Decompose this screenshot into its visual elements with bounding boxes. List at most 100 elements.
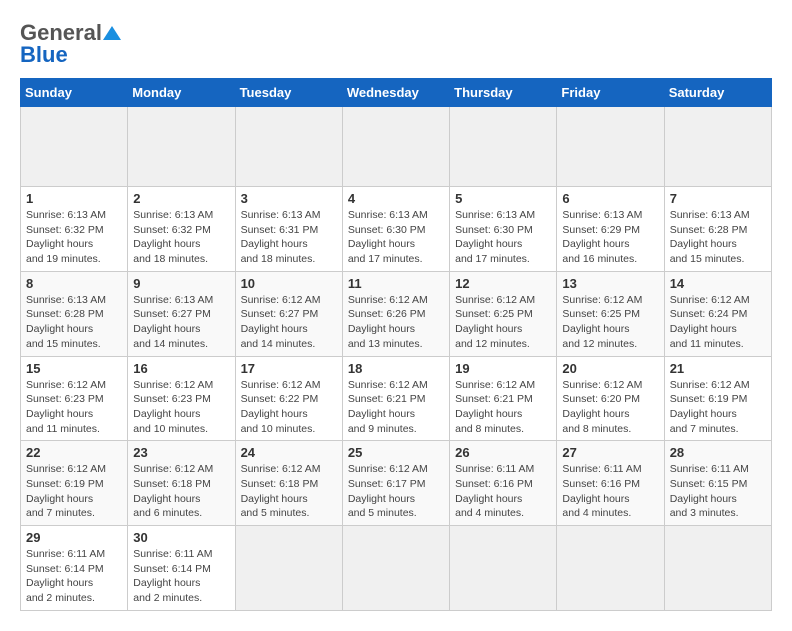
day-number: 20 [562,361,658,376]
page-header: General Blue [20,20,772,68]
day-info: Sunrise: 6:13 AM Sunset: 6:29 PM Dayligh… [562,209,642,265]
day-info: Sunrise: 6:11 AM Sunset: 6:14 PM Dayligh… [133,548,212,604]
column-header-tuesday: Tuesday [235,79,342,107]
day-number: 22 [26,445,122,460]
column-header-saturday: Saturday [664,79,771,107]
calendar-cell: 17 Sunrise: 6:12 AM Sunset: 6:22 PM Dayl… [235,356,342,441]
day-info: Sunrise: 6:12 AM Sunset: 6:21 PM Dayligh… [348,379,428,435]
day-number: 9 [133,276,229,291]
calendar-cell: 23 Sunrise: 6:12 AM Sunset: 6:18 PM Dayl… [128,441,235,526]
calendar-cell: 12 Sunrise: 6:12 AM Sunset: 6:25 PM Dayl… [450,271,557,356]
calendar-cell: 26 Sunrise: 6:11 AM Sunset: 6:16 PM Dayl… [450,441,557,526]
day-number: 26 [455,445,551,460]
day-number: 2 [133,191,229,206]
calendar-cell: 21 Sunrise: 6:12 AM Sunset: 6:19 PM Dayl… [664,356,771,441]
day-info: Sunrise: 6:13 AM Sunset: 6:31 PM Dayligh… [241,209,321,265]
column-header-sunday: Sunday [21,79,128,107]
calendar-cell: 11 Sunrise: 6:12 AM Sunset: 6:26 PM Dayl… [342,271,449,356]
day-number: 10 [241,276,337,291]
calendar-cell: 3 Sunrise: 6:13 AM Sunset: 6:31 PM Dayli… [235,187,342,272]
calendar-cell: 16 Sunrise: 6:12 AM Sunset: 6:23 PM Dayl… [128,356,235,441]
calendar-cell [557,107,664,187]
calendar-week-0 [21,107,772,187]
calendar-cell [557,526,664,611]
day-info: Sunrise: 6:12 AM Sunset: 6:27 PM Dayligh… [241,294,321,350]
calendar-cell: 28 Sunrise: 6:11 AM Sunset: 6:15 PM Dayl… [664,441,771,526]
day-info: Sunrise: 6:13 AM Sunset: 6:30 PM Dayligh… [455,209,535,265]
day-number: 16 [133,361,229,376]
calendar-table: SundayMondayTuesdayWednesdayThursdayFrid… [20,78,772,611]
calendar-cell: 27 Sunrise: 6:11 AM Sunset: 6:16 PM Dayl… [557,441,664,526]
day-info: Sunrise: 6:12 AM Sunset: 6:23 PM Dayligh… [26,379,106,435]
calendar-cell: 29 Sunrise: 6:11 AM Sunset: 6:14 PM Dayl… [21,526,128,611]
calendar-cell [664,107,771,187]
calendar-cell [342,107,449,187]
day-number: 12 [455,276,551,291]
day-number: 7 [670,191,766,206]
day-info: Sunrise: 6:11 AM Sunset: 6:14 PM Dayligh… [26,548,105,604]
day-number: 8 [26,276,122,291]
calendar-cell: 25 Sunrise: 6:12 AM Sunset: 6:17 PM Dayl… [342,441,449,526]
day-number: 17 [241,361,337,376]
calendar-cell [235,107,342,187]
calendar-header-row: SundayMondayTuesdayWednesdayThursdayFrid… [21,79,772,107]
day-number: 27 [562,445,658,460]
calendar-week-4: 22 Sunrise: 6:12 AM Sunset: 6:19 PM Dayl… [21,441,772,526]
day-number: 13 [562,276,658,291]
day-number: 28 [670,445,766,460]
calendar-cell [342,526,449,611]
day-info: Sunrise: 6:11 AM Sunset: 6:16 PM Dayligh… [562,463,641,519]
calendar-week-5: 29 Sunrise: 6:11 AM Sunset: 6:14 PM Dayl… [21,526,772,611]
calendar-cell: 15 Sunrise: 6:12 AM Sunset: 6:23 PM Dayl… [21,356,128,441]
calendar-cell [450,107,557,187]
column-header-friday: Friday [557,79,664,107]
day-info: Sunrise: 6:12 AM Sunset: 6:25 PM Dayligh… [455,294,535,350]
calendar-cell [235,526,342,611]
calendar-cell: 13 Sunrise: 6:12 AM Sunset: 6:25 PM Dayl… [557,271,664,356]
day-number: 15 [26,361,122,376]
day-number: 25 [348,445,444,460]
day-info: Sunrise: 6:12 AM Sunset: 6:19 PM Dayligh… [26,463,106,519]
calendar-cell: 18 Sunrise: 6:12 AM Sunset: 6:21 PM Dayl… [342,356,449,441]
day-number: 21 [670,361,766,376]
calendar-cell [664,526,771,611]
day-info: Sunrise: 6:12 AM Sunset: 6:19 PM Dayligh… [670,379,750,435]
day-info: Sunrise: 6:12 AM Sunset: 6:21 PM Dayligh… [455,379,535,435]
day-info: Sunrise: 6:12 AM Sunset: 6:18 PM Dayligh… [241,463,321,519]
logo-blue-text: Blue [20,42,68,68]
day-number: 24 [241,445,337,460]
calendar-week-2: 8 Sunrise: 6:13 AM Sunset: 6:28 PM Dayli… [21,271,772,356]
column-header-wednesday: Wednesday [342,79,449,107]
day-info: Sunrise: 6:13 AM Sunset: 6:27 PM Dayligh… [133,294,213,350]
calendar-cell: 30 Sunrise: 6:11 AM Sunset: 6:14 PM Dayl… [128,526,235,611]
day-number: 14 [670,276,766,291]
calendar-cell: 24 Sunrise: 6:12 AM Sunset: 6:18 PM Dayl… [235,441,342,526]
calendar-cell: 6 Sunrise: 6:13 AM Sunset: 6:29 PM Dayli… [557,187,664,272]
day-info: Sunrise: 6:12 AM Sunset: 6:24 PM Dayligh… [670,294,750,350]
day-info: Sunrise: 6:11 AM Sunset: 6:15 PM Dayligh… [670,463,749,519]
calendar-cell: 22 Sunrise: 6:12 AM Sunset: 6:19 PM Dayl… [21,441,128,526]
day-info: Sunrise: 6:12 AM Sunset: 6:26 PM Dayligh… [348,294,428,350]
calendar-cell [128,107,235,187]
day-number: 1 [26,191,122,206]
calendar-cell: 9 Sunrise: 6:13 AM Sunset: 6:27 PM Dayli… [128,271,235,356]
calendar-cell: 7 Sunrise: 6:13 AM Sunset: 6:28 PM Dayli… [664,187,771,272]
day-number: 4 [348,191,444,206]
day-number: 29 [26,530,122,545]
day-number: 23 [133,445,229,460]
column-header-monday: Monday [128,79,235,107]
day-info: Sunrise: 6:12 AM Sunset: 6:22 PM Dayligh… [241,379,321,435]
day-number: 3 [241,191,337,206]
day-info: Sunrise: 6:13 AM Sunset: 6:28 PM Dayligh… [670,209,750,265]
logo: General Blue [20,20,122,68]
day-info: Sunrise: 6:12 AM Sunset: 6:20 PM Dayligh… [562,379,642,435]
column-header-thursday: Thursday [450,79,557,107]
calendar-cell: 10 Sunrise: 6:12 AM Sunset: 6:27 PM Dayl… [235,271,342,356]
calendar-cell: 5 Sunrise: 6:13 AM Sunset: 6:30 PM Dayli… [450,187,557,272]
calendar-cell: 14 Sunrise: 6:12 AM Sunset: 6:24 PM Dayl… [664,271,771,356]
calendar-cell: 1 Sunrise: 6:13 AM Sunset: 6:32 PM Dayli… [21,187,128,272]
day-number: 30 [133,530,229,545]
calendar-cell: 2 Sunrise: 6:13 AM Sunset: 6:32 PM Dayli… [128,187,235,272]
day-number: 19 [455,361,551,376]
calendar-cell [21,107,128,187]
